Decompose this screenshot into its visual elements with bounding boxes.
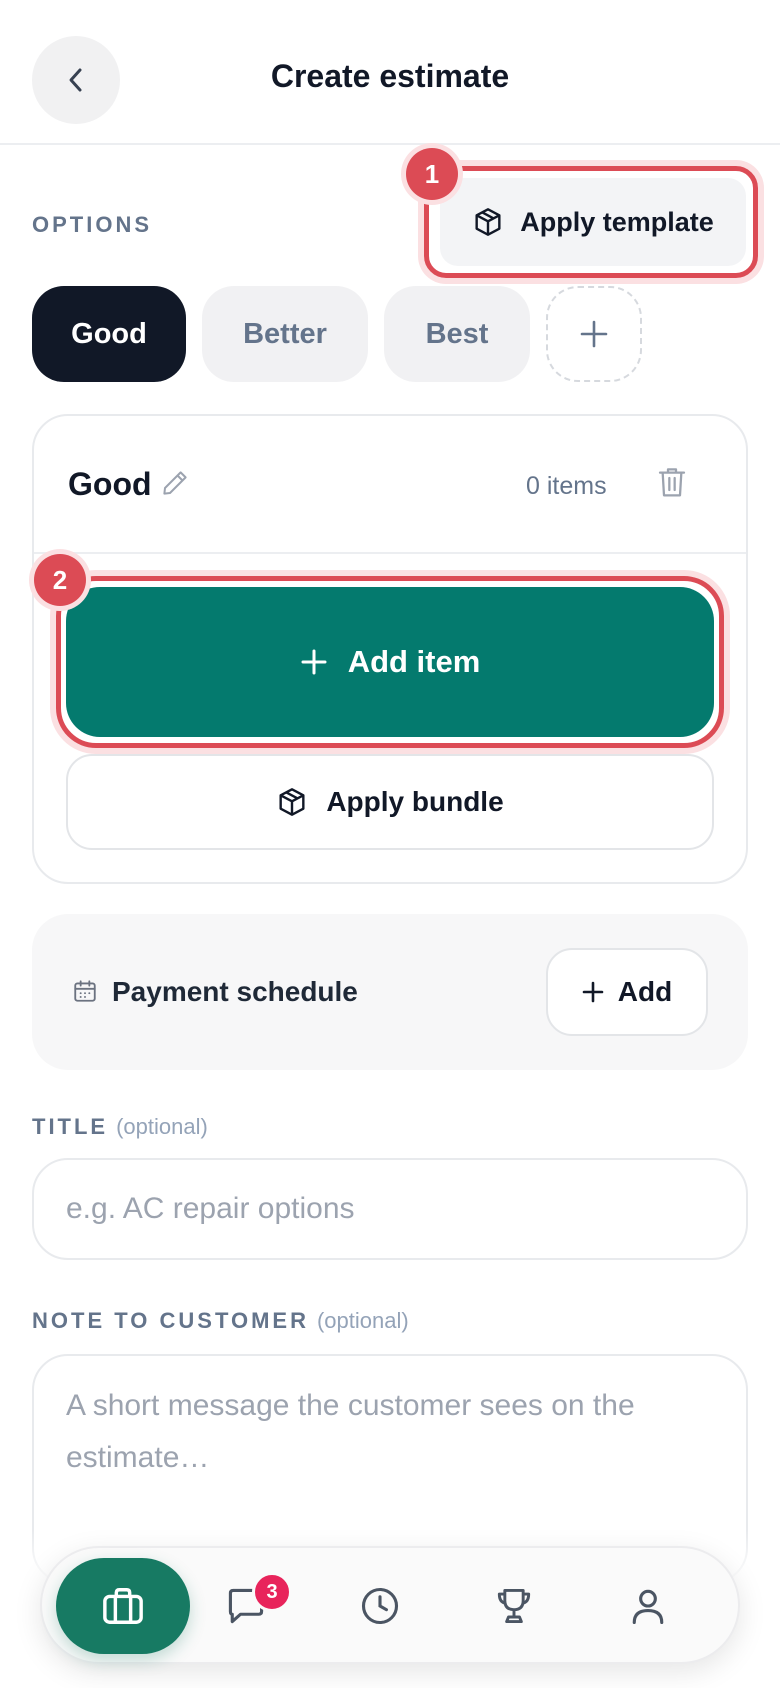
step-badge-2: 2 — [34, 554, 86, 606]
title-input[interactable] — [32, 1158, 748, 1260]
nav-profile[interactable] — [600, 1558, 696, 1654]
briefcase-icon — [103, 1588, 143, 1624]
trophy-icon — [497, 1588, 531, 1624]
note-field-label: NOTE TO CUSTOMER (optional) — [32, 1308, 409, 1334]
note-optional-text: (optional) — [316, 1308, 409, 1333]
items-count: 0 items — [526, 472, 607, 500]
title-label-text: TITLE — [32, 1114, 109, 1139]
step-badge-1: 1 — [406, 148, 458, 200]
plus-icon — [301, 649, 327, 675]
add-item-label: Add item — [347, 644, 481, 679]
tab-good[interactable]: Good — [32, 286, 186, 382]
add-payment-schedule-button[interactable]: Add — [546, 948, 708, 1036]
payment-schedule-label: Payment schedule — [112, 976, 358, 1007]
option-card-title: Good — [68, 466, 152, 502]
nav-rewards[interactable] — [466, 1558, 562, 1654]
messages-badge: 3 — [252, 1572, 292, 1612]
note-label-text: NOTE TO CUSTOMER — [32, 1308, 309, 1333]
user-icon — [632, 1589, 664, 1625]
option-card-header: Good 0 items — [34, 416, 746, 554]
options-label: OPTIONS — [32, 212, 153, 237]
header: Create estimate — [0, 0, 780, 145]
apply-bundle-button[interactable]: Apply bundle — [66, 754, 714, 850]
page-title: Create estimate — [270, 58, 510, 94]
edit-name-button[interactable] — [160, 468, 190, 503]
clock-icon — [361, 1587, 399, 1625]
tab-better[interactable]: Better — [202, 286, 368, 382]
plus-icon — [582, 981, 604, 1003]
package-icon — [475, 208, 501, 236]
add-item-button[interactable]: Add item — [66, 587, 714, 737]
apply-template-label: Apply template — [520, 206, 714, 237]
tab-best[interactable]: Best — [384, 286, 530, 382]
package-icon — [279, 788, 305, 816]
add-payment-label: Add — [617, 976, 673, 1007]
calendar-icon — [72, 978, 98, 1009]
apply-template-button[interactable]: Apply template — [440, 178, 746, 266]
plus-icon — [580, 320, 608, 348]
title-optional-text: (optional) — [116, 1114, 208, 1139]
add-option-button[interactable] — [546, 286, 642, 382]
apply-bundle-label: Apply bundle — [326, 786, 504, 817]
nav-history[interactable] — [332, 1558, 428, 1654]
trash-icon — [658, 468, 686, 497]
bottom-nav: 3 — [40, 1546, 740, 1664]
payment-schedule-row: Payment schedule Add — [32, 914, 748, 1070]
delete-option-button[interactable] — [656, 464, 688, 505]
nav-jobs[interactable] — [56, 1558, 190, 1654]
pencil-icon — [163, 471, 187, 495]
title-field-label: TITLE (optional) — [32, 1114, 208, 1140]
